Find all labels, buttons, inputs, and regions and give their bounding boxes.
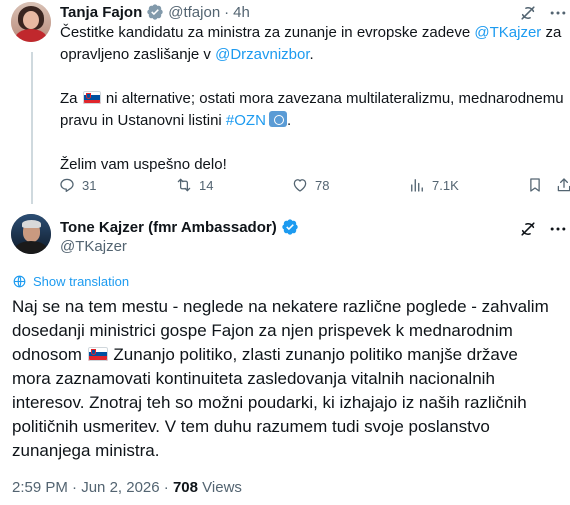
tweet-text-segment: Zunanjo politiko, zlasti zunanjo politik… (108, 345, 518, 364)
separator-dot: · (72, 479, 78, 496)
author-name[interactable]: Tone Kajzer (fmr Ambassador) (60, 219, 277, 236)
thread-connector-line (31, 52, 33, 204)
tweet-text-line: Želim vam uspešno delo! (60, 156, 227, 173)
slovenia-flag-icon (87, 347, 108, 361)
share-icon (557, 178, 570, 192)
tweet-text-line: interesov. Znotraj teh so možni poudarki… (12, 393, 527, 412)
mention-tkajzer-link[interactable]: @TKajzer (474, 24, 541, 41)
show-translation-label[interactable]: Show translation (33, 274, 129, 289)
separator-dot: · (224, 3, 230, 21)
tweet-text-line: političnih usmeritev. V tem duhu razumem… (12, 417, 490, 436)
verified-badge-icon (282, 219, 298, 235)
reply-count: 31 (82, 177, 97, 193)
repost-icon (177, 178, 191, 192)
like-count: 78 (315, 177, 330, 193)
tweet-text-segment: Čestitke kandidatu za ministra za zunanj… (60, 24, 475, 41)
bookmark-button[interactable] (526, 174, 544, 196)
parent-tweet-header: Tanja Fajon @tfajon · 4h (60, 1, 250, 23)
views-label: Views (202, 479, 242, 496)
parent-tweet-text: Čestitke kandidatu za ministra za zunanj… (60, 22, 564, 176)
more-options-icon[interactable] (548, 219, 568, 239)
views-button[interactable]: 7.1K (408, 174, 459, 196)
tweet-text-segment: . (309, 46, 314, 63)
repost-button[interactable]: 14 (175, 174, 213, 196)
tweet-text-line: mora zaznamovati kontinuiteta zasledovan… (12, 369, 495, 388)
slovenia-flag-icon (82, 91, 101, 104)
more-options-icon[interactable] (548, 3, 568, 23)
tweet-text-segment: . (286, 112, 292, 129)
parent-tweet-actions: 31 14 78 7.1K (58, 174, 570, 196)
view-count: 7.1K (432, 177, 459, 193)
views-count: 708 (172, 479, 198, 496)
globe-icon (13, 275, 26, 288)
analytics-icon (411, 179, 423, 192)
avatar-tone-kajzer[interactable] (11, 214, 51, 254)
author-handle[interactable]: @tfajon (168, 4, 220, 21)
tweet-text-segment: ni alternative; ostati mora zavezana mul… (101, 90, 564, 107)
like-button[interactable]: 78 (291, 174, 329, 196)
tweet-text-line: dosedanji ministrici gospe Fajon za njen… (12, 321, 513, 340)
hashtag-ozn-link[interactable]: #OZN (226, 112, 266, 129)
avatar-tanja-fajon[interactable] (11, 2, 51, 42)
show-translation-link[interactable]: Show translation (12, 274, 129, 289)
tweet-text-segment: opravljeno zaslišanje v (60, 46, 216, 63)
tweet-text-segment: pravu in Ustanovni listini (60, 112, 226, 129)
tweet-text-segment: za (541, 24, 562, 41)
tweet-text-line: Naj se na tem mestu - neglede na nekater… (12, 297, 549, 316)
main-tweet-text: Naj se na tem mestu - neglede na nekater… (12, 295, 568, 463)
author-handle[interactable]: @TKajzer (60, 238, 127, 255)
united-nations-icon (268, 111, 287, 127)
grok-icon[interactable] (518, 3, 538, 23)
grok-icon[interactable] (518, 219, 538, 239)
mention-drzavnizbor-link[interactable]: @Drzavnizbor (215, 46, 309, 63)
share-button[interactable] (555, 174, 570, 196)
verified-badge-gray-icon (147, 4, 163, 20)
post-date[interactable]: Jun 2, 2026 (81, 479, 159, 496)
bookmark-icon (530, 178, 540, 192)
tweet-text-segment: odnosom (12, 345, 87, 364)
post-time[interactable]: 2:59 PM (12, 479, 68, 496)
tweet-metadata: 2:59 PM · Jun 2, 2026 · 708 Views (12, 479, 242, 496)
tweet-time[interactable]: 4h (233, 4, 250, 21)
author-name[interactable]: Tanja Fajon (60, 4, 142, 21)
tweet-text-segment: Za (60, 90, 82, 107)
tweet-text-line: zunanjega ministra. (12, 441, 160, 460)
heart-icon (293, 179, 307, 192)
separator-dot: · (163, 479, 169, 496)
reply-icon (60, 178, 74, 193)
repost-count: 14 (199, 177, 214, 193)
reply-button[interactable]: 31 (58, 174, 96, 196)
main-tweet-header: Tone Kajzer (fmr Ambassador) (60, 218, 299, 236)
